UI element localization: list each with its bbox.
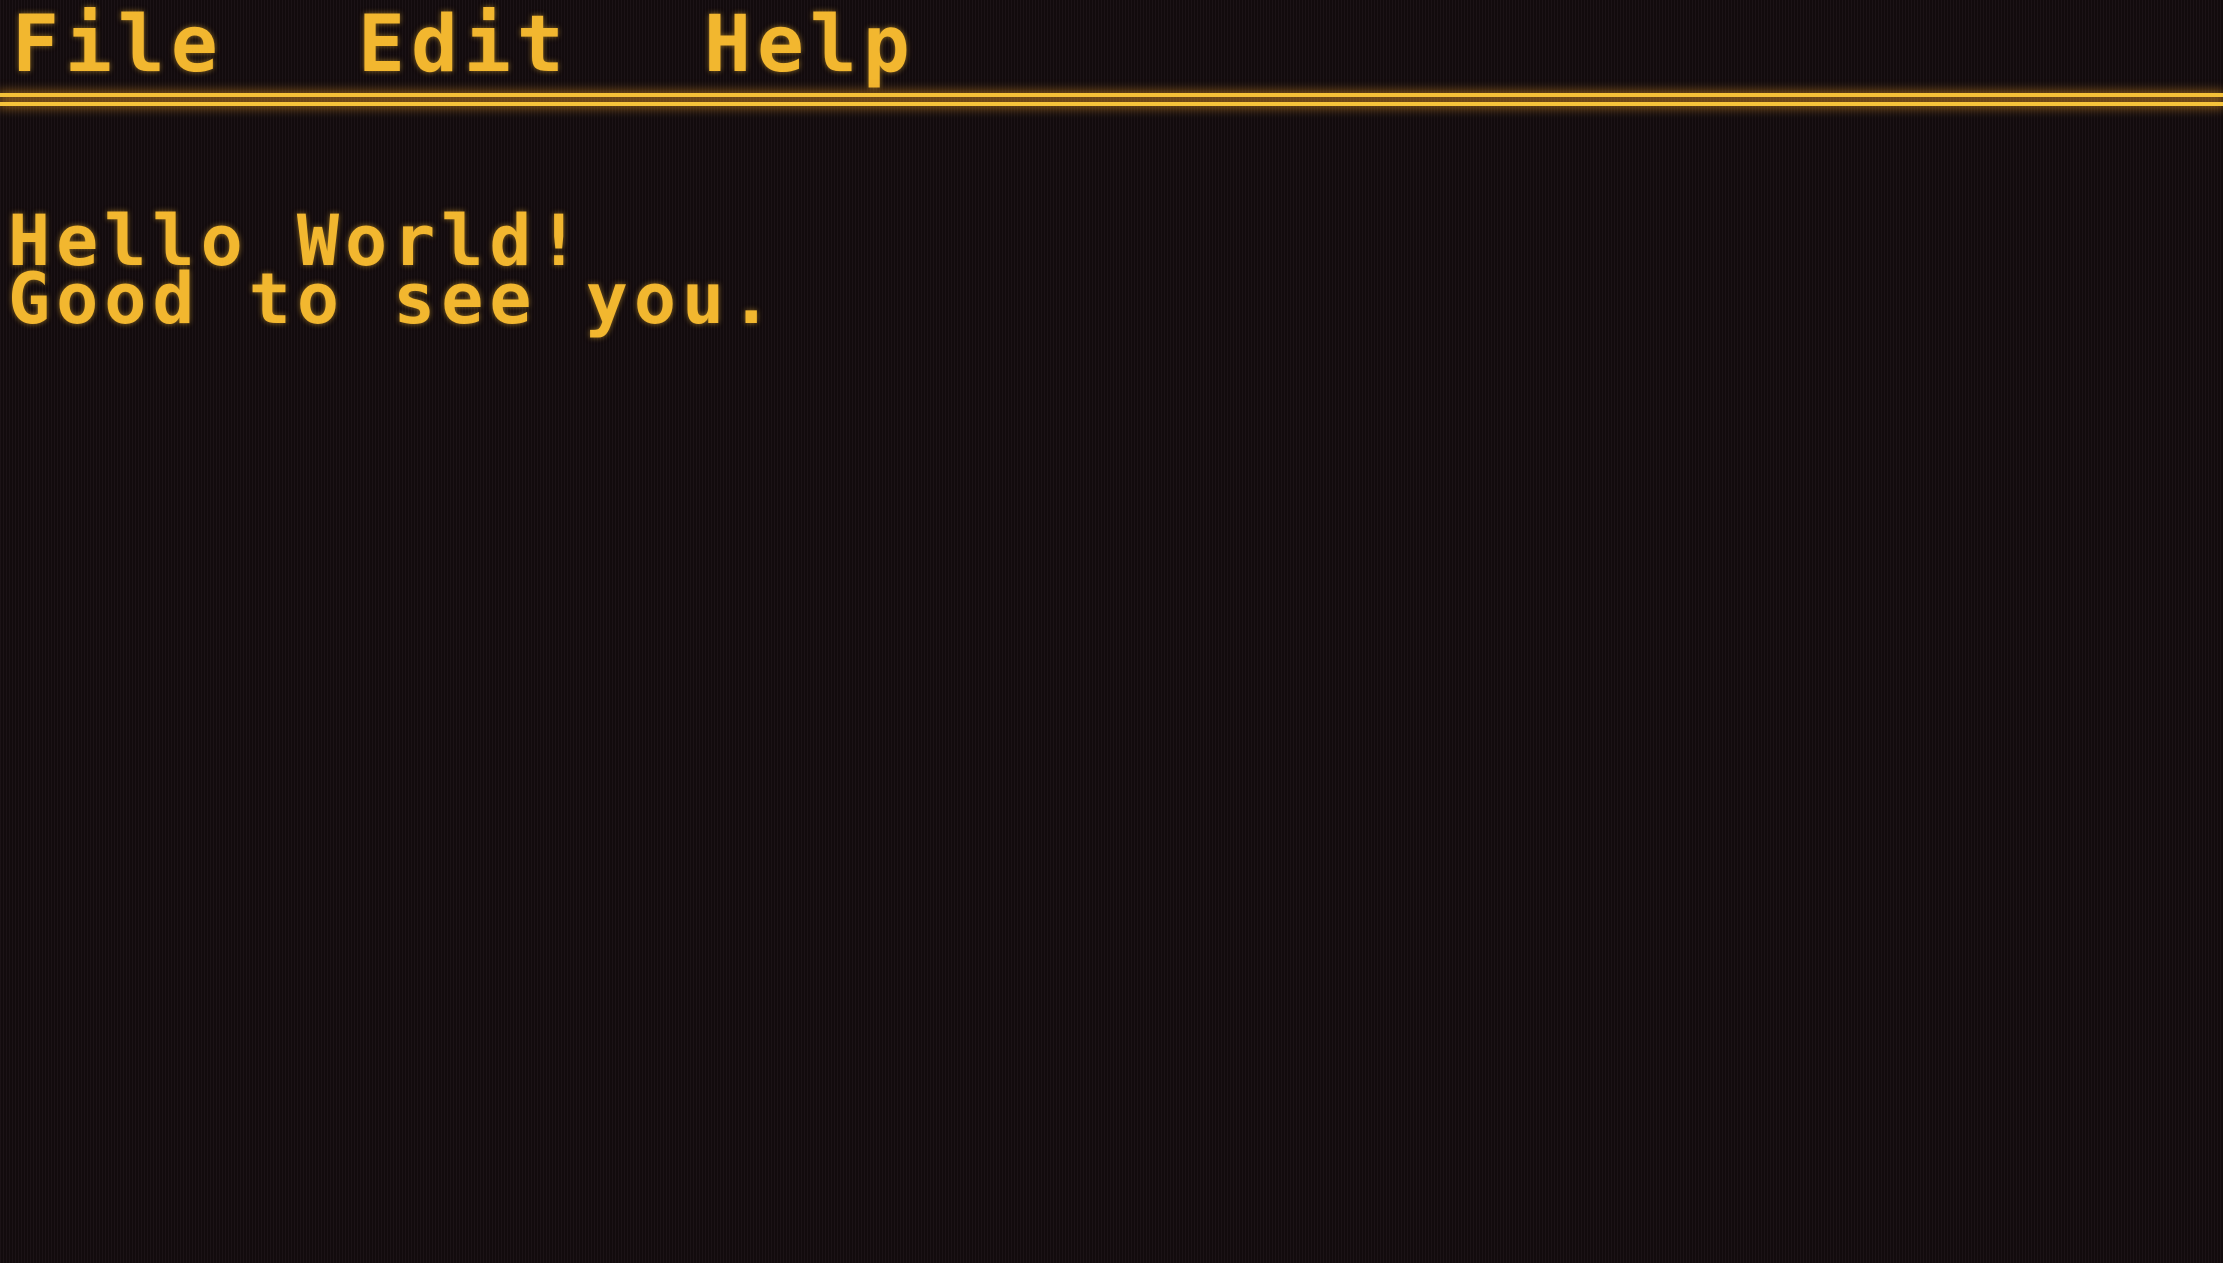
- terminal-screen: File Edit Help Hello World! Good to see …: [0, 0, 2223, 1263]
- text-line-message: Good to see you.: [8, 258, 779, 340]
- menu-edit[interactable]: Edit: [358, 2, 570, 88]
- menu-bar: File Edit Help: [0, 0, 2223, 92]
- menu-help[interactable]: Help: [704, 2, 916, 88]
- menu-divider-top: [0, 93, 2223, 97]
- menu-file[interactable]: File: [12, 2, 224, 88]
- text-output: Hello World! Good to see you.: [8, 206, 2208, 340]
- menu-divider-bottom: [0, 102, 2223, 106]
